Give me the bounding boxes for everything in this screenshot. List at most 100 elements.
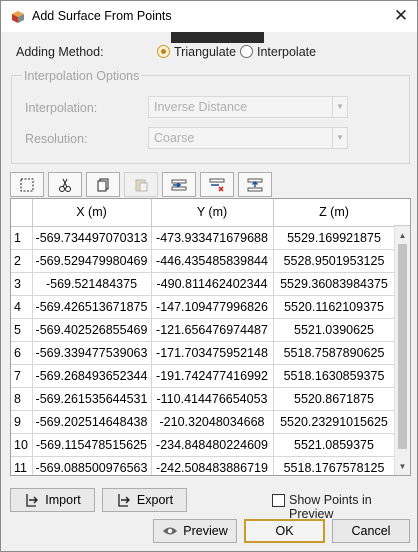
triangulate-label[interactable]: Triangulate: [174, 45, 236, 59]
ok-button[interactable]: OK: [244, 519, 325, 543]
select-all-button[interactable]: [10, 172, 44, 197]
points-grid[interactable]: X (m) Y (m) Z (m) 1 -569.734497070313 -473…: [10, 198, 411, 476]
cell-x[interactable]: -569.402526855469: [32, 318, 152, 342]
copy-button[interactable]: [86, 172, 120, 197]
paste-button[interactable]: [124, 172, 158, 197]
chevron-down-icon: ▼: [332, 97, 347, 117]
preview-label: Preview: [183, 524, 228, 538]
cell-z[interactable]: 5518.1767578125: [273, 456, 396, 475]
cell-z[interactable]: 5528.9501953125: [273, 249, 396, 273]
app-icon: [12, 11, 24, 23]
table-row[interactable]: 1 -569.734497070313 -473.933471679688 5529.…: [11, 226, 396, 250]
cell-x[interactable]: -569.202514648438: [32, 410, 152, 434]
cell-z[interactable]: 5529.169921875: [273, 226, 396, 250]
cell-x[interactable]: -569.521484375: [32, 272, 152, 296]
row-number: 1: [11, 226, 33, 250]
resolution-select[interactable]: Coarse ▼: [148, 127, 348, 149]
cell-y[interactable]: -234.848480224609: [151, 433, 274, 457]
cell-y[interactable]: -147.109477996826: [151, 295, 274, 319]
cell-x[interactable]: -569.734497070313: [32, 226, 152, 250]
delete-row-button[interactable]: [200, 172, 234, 197]
import-button[interactable]: Import: [10, 488, 95, 512]
export-button[interactable]: Export: [102, 488, 187, 512]
scrollbar-thumb[interactable]: [398, 244, 407, 449]
interpolation-select-value: Inverse Distance: [154, 100, 248, 114]
title-bar: Add Surface From Points ✕: [1, 1, 417, 32]
cell-y[interactable]: -191.742477416992: [151, 364, 274, 388]
show-points-checkbox[interactable]: [272, 494, 285, 507]
header-row: X (m) Y (m) Z (m): [11, 199, 396, 227]
cell-x[interactable]: -569.268493652344: [32, 364, 152, 388]
row-number: 8: [11, 387, 33, 411]
table-row[interactable]: 9 -569.202514648438 -210.32048034668 5520.2…: [11, 410, 396, 434]
table-row[interactable]: 7 -569.268493652344 -191.742477416992 5518.…: [11, 364, 396, 388]
close-button[interactable]: ✕: [385, 1, 417, 32]
cell-y[interactable]: -490.811462402344: [151, 272, 274, 296]
cell-x[interactable]: -569.426513671875: [32, 295, 152, 319]
resolution-select-value: Coarse: [154, 131, 195, 145]
column-header-x[interactable]: X (m): [32, 199, 152, 227]
interpolation-options-title: Interpolation Options: [22, 69, 142, 83]
chevron-down-icon: ▼: [332, 128, 347, 148]
cell-x[interactable]: -569.088500976563: [32, 456, 152, 475]
cell-x[interactable]: -569.115478515625: [32, 433, 152, 457]
cell-y[interactable]: -121.656476974487: [151, 318, 274, 342]
ok-label: OK: [275, 524, 294, 538]
cell-z[interactable]: 5521.0859375: [273, 433, 396, 457]
row-number: 3: [11, 272, 33, 296]
export-icon: [118, 494, 130, 507]
triangulate-radio[interactable]: [157, 45, 170, 58]
copy-icon: [97, 178, 109, 191]
cell-z[interactable]: 5529.36083984375: [273, 272, 396, 296]
cell-x[interactable]: -569.529479980469: [32, 249, 152, 273]
table-row[interactable]: 4 -569.426513671875 -147.109477996826 5520.…: [11, 295, 396, 319]
column-header-y[interactable]: Y (m): [151, 199, 274, 227]
cell-y[interactable]: -210.32048034668: [151, 410, 274, 434]
cell-z[interactable]: 5520.8671875: [273, 387, 396, 411]
table-row[interactable]: 5 -569.402526855469 -121.656476974487 5521.…: [11, 318, 396, 342]
cell-y[interactable]: -473.933471679688: [151, 226, 274, 250]
adding-method-label: Adding Method:: [16, 45, 104, 59]
cell-z[interactable]: 5521.0390625: [273, 318, 396, 342]
cell-z[interactable]: 5520.23291015625: [273, 410, 396, 434]
interpolation-label: Interpolation:: [25, 101, 98, 115]
scroll-down-icon[interactable]: ▼: [395, 459, 410, 474]
scroll-up-icon[interactable]: ▲: [395, 228, 410, 243]
cell-z[interactable]: 5518.1630859375: [273, 364, 396, 388]
row-number: 7: [11, 364, 33, 388]
row-number: 5: [11, 318, 33, 342]
table-row[interactable]: 2 -569.529479980469 -446.435485839844 5528.…: [11, 249, 396, 273]
table-row[interactable]: 11 -569.088500976563 -242.508483886719 5518…: [11, 456, 396, 475]
interpolation-select[interactable]: Inverse Distance ▼: [148, 96, 348, 118]
table-row[interactable]: 10 -569.115478515625 -234.848480224609 5521…: [11, 433, 396, 457]
row-number: 6: [11, 341, 33, 365]
table-row[interactable]: 6 -569.339477539063 -171.703475952148 5518.…: [11, 341, 396, 365]
cell-y[interactable]: -110.414476654053: [151, 387, 274, 411]
table-row[interactable]: 3 -569.521484375 -490.811462402344 5529.360…: [11, 272, 396, 296]
export-label: Export: [136, 493, 174, 507]
interpolate-radio[interactable]: [240, 45, 253, 58]
cancel-label: Cancel: [351, 524, 391, 538]
table-row[interactable]: 8 -569.261535644531 -110.414476654053 5520.…: [11, 387, 396, 411]
cell-z[interactable]: 5518.7587890625: [273, 341, 396, 365]
points-table: X (m) Y (m) Z (m) 1 -569.734497070313 -473…: [11, 199, 396, 475]
cut-button[interactable]: [48, 172, 82, 197]
column-header-z[interactable]: Z (m): [273, 199, 396, 227]
paste-icon: [135, 179, 148, 191]
cell-y[interactable]: -446.435485839844: [151, 249, 274, 273]
row-number-header: [11, 199, 33, 227]
cell-x[interactable]: -569.261535644531: [32, 387, 152, 411]
preview-button[interactable]: Preview: [153, 519, 237, 543]
cell-y[interactable]: -171.703475952148: [151, 341, 274, 365]
cell-y[interactable]: -242.508483886719: [151, 456, 274, 475]
show-points-label[interactable]: Show Points in Preview: [289, 493, 417, 521]
close-icon: ✕: [393, 6, 409, 25]
import-rows-button[interactable]: [238, 172, 272, 197]
cell-z[interactable]: 5520.1162109375: [273, 295, 396, 319]
grid-scrollbar[interactable]: ▲ ▼: [394, 226, 410, 475]
window-title: Add Surface From Points: [32, 9, 172, 23]
interpolate-label[interactable]: Interpolate: [257, 45, 316, 59]
cell-x[interactable]: -569.339477539063: [32, 341, 152, 365]
insert-row-button[interactable]: [162, 172, 196, 197]
cancel-button[interactable]: Cancel: [332, 519, 410, 543]
